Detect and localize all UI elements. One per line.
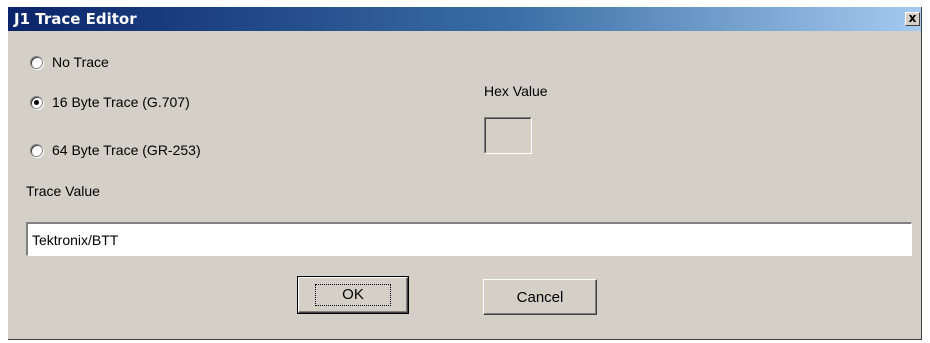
- ok-button-label: OK: [315, 284, 391, 306]
- radio-selected-dot: [34, 99, 39, 105]
- cancel-button[interactable]: Cancel: [483, 279, 597, 315]
- radio-label-16-byte-trace: 16 Byte Trace (G.707): [52, 94, 190, 110]
- ok-button[interactable]: OK: [297, 276, 409, 314]
- trace-value-label: Trace Value: [26, 183, 100, 199]
- hex-value-field: [484, 117, 532, 154]
- j1-trace-editor-dialog: J1 Trace Editor x No Trace 16 Byte Trace…: [8, 7, 922, 340]
- radio-circle-16-byte-trace[interactable]: [30, 95, 43, 109]
- radio-16-byte-trace[interactable]: 16 Byte Trace (G.707): [30, 92, 190, 112]
- radio-no-trace[interactable]: No Trace: [30, 52, 109, 72]
- close-button[interactable]: x: [905, 12, 920, 26]
- radio-64-byte-trace[interactable]: 64 Byte Trace (GR-253): [30, 140, 201, 160]
- radio-circle-no-trace[interactable]: [30, 55, 43, 69]
- radio-label-64-byte-trace: 64 Byte Trace (GR-253): [52, 142, 201, 158]
- cancel-button-label: Cancel: [516, 288, 564, 306]
- window-title: J1 Trace Editor: [14, 10, 137, 28]
- title-bar[interactable]: J1 Trace Editor x: [8, 7, 921, 31]
- radio-circle-64-byte-trace[interactable]: [30, 143, 43, 157]
- trace-value-input[interactable]: [26, 222, 912, 256]
- radio-label-no-trace: No Trace: [52, 54, 109, 70]
- close-icon: x: [908, 11, 917, 25]
- hex-value-label: Hex Value: [484, 83, 548, 99]
